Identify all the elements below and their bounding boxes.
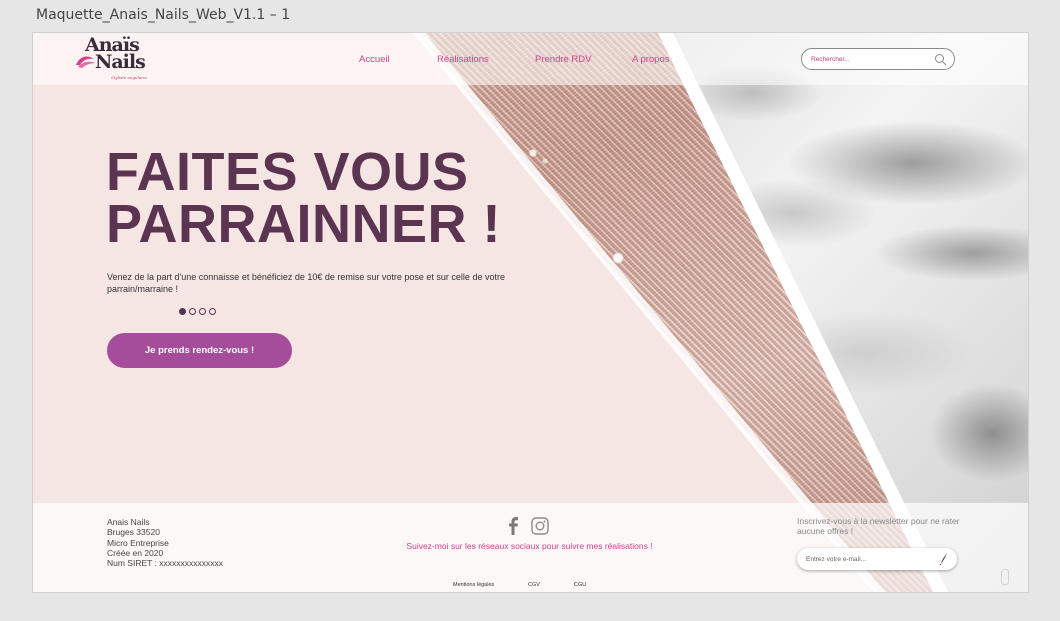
newsletter-caption: Inscrivez-vous à la newsletter pour ne r… bbox=[797, 516, 960, 536]
carousel-dot-4[interactable] bbox=[209, 308, 216, 315]
newsletter-email-input[interactable] bbox=[806, 552, 931, 566]
nav-realisations[interactable]: Réalisations bbox=[437, 54, 489, 65]
link-mentions-legales[interactable]: Mentions légales bbox=[453, 582, 494, 588]
newsletter-form bbox=[797, 548, 957, 570]
company-info: Anais Nails Bruges 33520 Micro Entrepris… bbox=[107, 517, 223, 568]
logo-tagline: Styliste ongulaire bbox=[111, 75, 147, 80]
social-links bbox=[507, 517, 549, 535]
site-footer: Anais Nails Bruges 33520 Micro Entrepris… bbox=[33, 503, 1028, 592]
site-logo[interactable]: Anaïs Nails Styliste ongulaire bbox=[73, 36, 165, 83]
link-cgu[interactable]: CGU bbox=[574, 582, 586, 588]
company-type: Micro Entreprise bbox=[107, 537, 169, 548]
book-appointment-button[interactable]: Je prends rendez-vous ! bbox=[107, 333, 292, 368]
site-header: Anaïs Nails Styliste ongulaire Accueil R… bbox=[33, 33, 1028, 85]
carousel-dot-1[interactable] bbox=[179, 308, 186, 315]
document-title: Maquette_Anais_Nails_Web_V1.1 – 1 bbox=[36, 7, 291, 23]
company-name: Anais Nails bbox=[107, 517, 150, 527]
social-caption: Suivez-moi sur les réseaux sociaux pour … bbox=[406, 541, 653, 551]
nav-a-propos[interactable]: A propos bbox=[632, 54, 670, 65]
search-icon[interactable] bbox=[934, 53, 947, 66]
company-created: Créée en 2020 bbox=[107, 547, 164, 558]
carousel-dot-3[interactable] bbox=[199, 308, 206, 315]
hero-title: FAITES VOUS PARRAINNER ! bbox=[106, 142, 501, 254]
company-siret: Num SIRET : xxxxxxxxxxxxxxx bbox=[107, 558, 224, 569]
hero-title-line2: PARRAINNER ! bbox=[106, 194, 501, 254]
carousel-dot-2[interactable] bbox=[189, 308, 196, 315]
hero-title-line1: FAITES VOUS bbox=[106, 142, 469, 202]
logo-line2: Nails bbox=[95, 51, 146, 73]
artboard: Anaïs Nails Styliste ongulaire Accueil R… bbox=[33, 33, 1028, 592]
nav-prendre-rdv[interactable]: Prendre RDV bbox=[535, 54, 592, 65]
facebook-icon[interactable] bbox=[507, 517, 521, 535]
instagram-icon[interactable] bbox=[531, 517, 549, 535]
search-input[interactable] bbox=[811, 52, 931, 66]
carousel-indicators bbox=[179, 308, 216, 315]
link-cgv[interactable]: CGV bbox=[528, 582, 540, 588]
hero-description: Venez de la part d'une connaisse et béné… bbox=[107, 272, 505, 294]
nav-accueil[interactable]: Accueil bbox=[359, 54, 390, 65]
scroll-indicator bbox=[1001, 569, 1009, 585]
company-city: Bruges 33520 bbox=[107, 527, 160, 538]
search-box bbox=[801, 48, 955, 70]
send-icon[interactable] bbox=[939, 553, 949, 565]
